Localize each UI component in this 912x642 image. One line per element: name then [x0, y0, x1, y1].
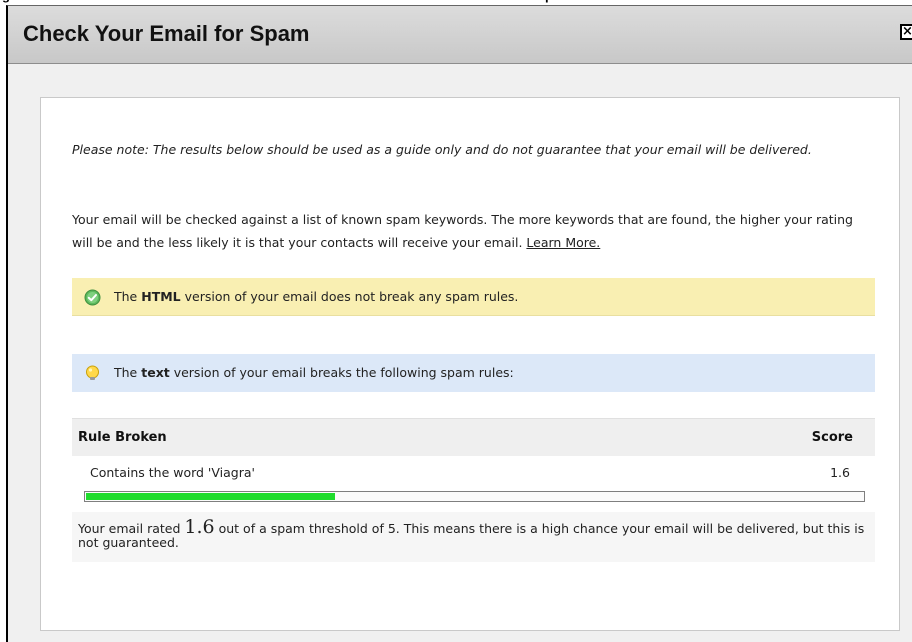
text-check-prefix: The	[114, 365, 142, 380]
score-summary: Your email rated 1.6 out of a spam thres…	[72, 512, 875, 562]
header-rule-broken: Rule Broken	[78, 430, 167, 445]
rule-score: 1.6	[830, 465, 850, 480]
html-check-suffix: version of your email does not break any…	[180, 289, 519, 304]
learn-more-link[interactable]: Learn More.	[526, 235, 600, 250]
close-icon[interactable]: ×	[902, 26, 912, 38]
table-row: Contains the word 'Viagra' 1.6	[72, 456, 875, 489]
summary-prefix: Your email rated	[78, 521, 185, 536]
rule-name: Contains the word 'Viagra'	[90, 465, 255, 480]
lightbulb-icon	[86, 365, 99, 380]
spam-check-dialog: Check Your Email for Spam × Please note:…	[6, 5, 912, 642]
text-check-banner: The text version of your email breaks th…	[72, 354, 875, 392]
header-score: Score	[811, 430, 853, 445]
table-header: Rule Broken Score	[72, 418, 875, 456]
summary-score: 1.6	[184, 516, 215, 538]
spam-score-meter	[84, 491, 865, 502]
rules-table: Rule Broken Score Contains the word 'Via…	[72, 418, 875, 562]
close-button[interactable]: ×	[900, 24, 912, 40]
intro-text: Your email will be checked against a lis…	[72, 208, 872, 254]
intro-body: Your email will be checked against a lis…	[72, 212, 853, 250]
text-check-suffix: version of your email breaks the followi…	[169, 365, 514, 380]
spam-score-meter-fill	[86, 493, 335, 500]
html-check-bold: HTML	[141, 289, 181, 304]
check-circle-icon	[84, 289, 101, 306]
html-check-prefix: The	[114, 289, 142, 304]
dialog-title: Check Your Email for Spam	[23, 21, 310, 46]
html-check-banner: The HTML version of your email does not …	[72, 278, 875, 316]
disclaimer-note: Please note: The results below should be…	[72, 142, 812, 157]
results-panel: Please note: The results below should be…	[40, 97, 900, 631]
text-check-bold: text	[141, 365, 170, 380]
dialog-titlebar: Check Your Email for Spam ×	[8, 6, 912, 64]
